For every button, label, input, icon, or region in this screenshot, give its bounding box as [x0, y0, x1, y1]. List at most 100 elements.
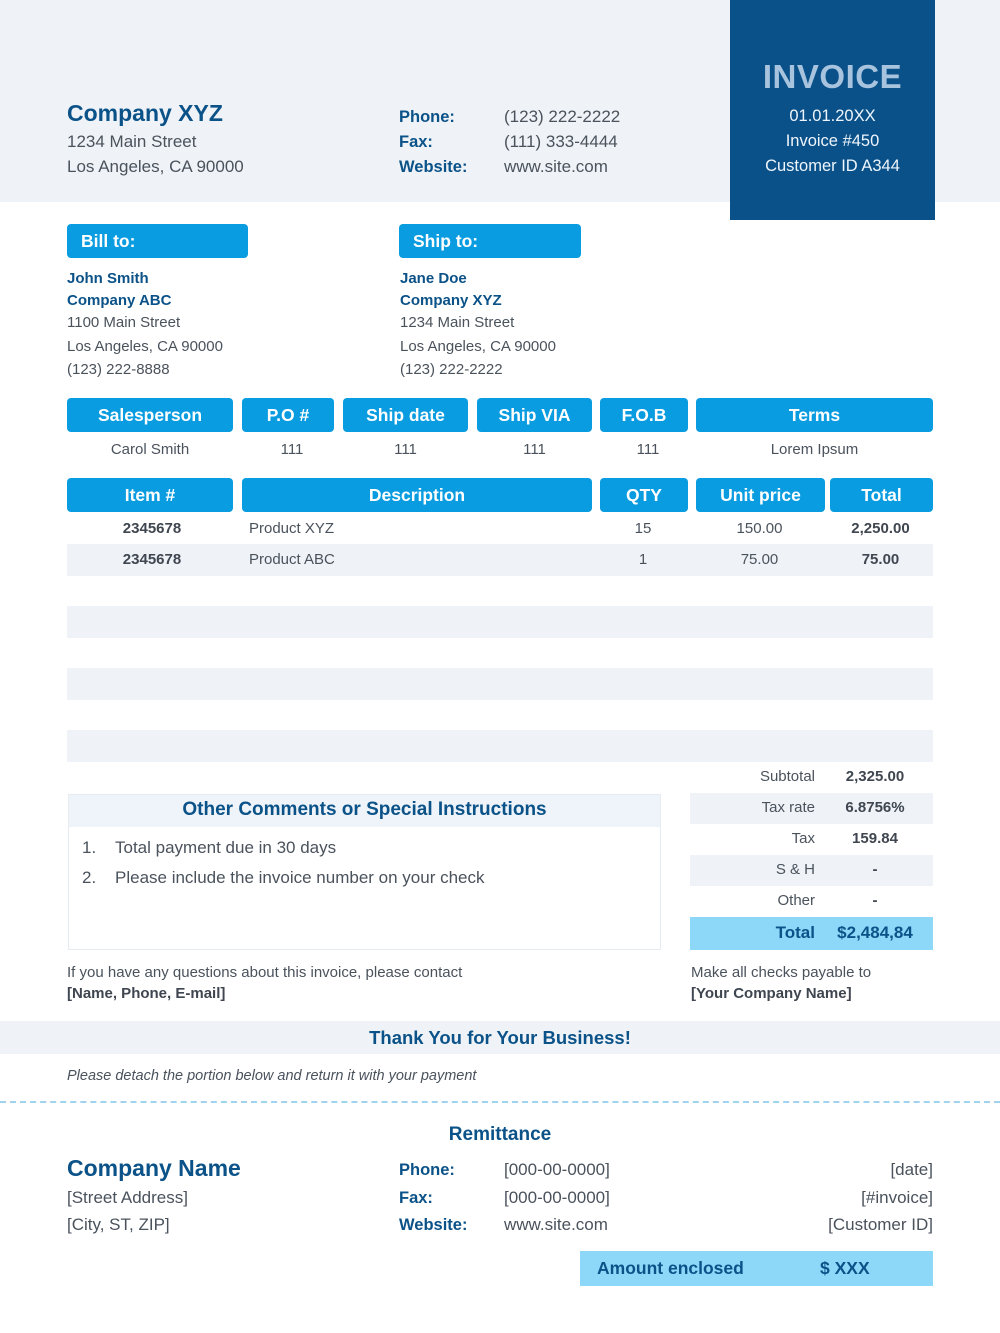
- ship-to-street: 1234 Main Street: [400, 314, 515, 331]
- bill-to-name: John Smith: [67, 270, 149, 287]
- remittance-customer-id: [Customer ID]: [828, 1215, 933, 1234]
- grand-total-value: $2,484,84: [837, 923, 913, 942]
- header-description: Description: [242, 478, 592, 512]
- contact-placeholder: [Name, Phone, E-mail]: [67, 985, 226, 1002]
- comments-box: Other Comments or Special Instructions 1…: [68, 794, 661, 950]
- website-value[interactable]: www.site.com: [504, 157, 608, 177]
- tax-label: Tax: [791, 830, 815, 847]
- ship-via-value: 111: [523, 441, 546, 458]
- bill-to-street: 1100 Main Street: [67, 314, 181, 331]
- amount-enclosed-value: $ XXX: [820, 1258, 870, 1278]
- item-unit-price: 150.00: [736, 520, 783, 537]
- totals-row-tax: Tax 159.84: [690, 824, 933, 855]
- remittance-title: Remittance: [448, 1124, 552, 1145]
- company-address-line1: 1234 Main Street: [67, 132, 197, 151]
- remittance-phone-label: Phone:: [399, 1161, 455, 1179]
- ship-to-city: Los Angeles, CA 90000: [400, 338, 556, 355]
- website-label: Website:: [399, 158, 468, 176]
- tax-value: 159.84: [852, 830, 898, 847]
- empty-table-row: [67, 730, 933, 762]
- remittance-website-label: Website:: [399, 1216, 468, 1234]
- header-salesperson: Salesperson: [67, 398, 233, 432]
- remittance-date: [date]: [890, 1160, 933, 1179]
- detach-line: [0, 1101, 1000, 1103]
- invoice-title: INVOICE: [762, 58, 903, 95]
- fax-value: (111) 333-4444: [504, 132, 618, 151]
- totals-row-tax-rate: Tax rate 6.8756%: [690, 793, 933, 824]
- header-po: P.O #: [242, 398, 334, 432]
- header-total: Total: [830, 478, 933, 512]
- sh-label: S & H: [775, 861, 815, 878]
- header-terms: Terms: [696, 398, 933, 432]
- item-number: 2345678: [122, 520, 182, 537]
- remittance-street: [Street Address]: [67, 1188, 188, 1207]
- contact-note: If you have any questions about this inv…: [67, 964, 463, 981]
- totals-row-subtotal: Subtotal 2,325.00: [690, 762, 933, 793]
- phone-label: Phone:: [399, 108, 455, 126]
- phone-value: (123) 222-2222: [504, 107, 621, 126]
- item-qty: 15: [634, 520, 652, 537]
- item-total: 2,250.00: [851, 520, 910, 537]
- remittance-phone-value: [000-00-0000]: [504, 1160, 610, 1179]
- item-total: 75.00: [861, 551, 900, 568]
- ship-to-name: Jane Doe: [400, 270, 467, 287]
- bill-to-city: Los Angeles, CA 90000: [67, 338, 223, 355]
- header-fob: F.O.B: [600, 398, 688, 432]
- ship-date-value: 111: [394, 441, 417, 458]
- comments-heading: Other Comments or Special Instructions: [69, 795, 660, 827]
- detach-note: Please detach the portion below and retu…: [67, 1068, 477, 1084]
- comment-text: Please include the invoice number on you…: [115, 868, 485, 887]
- bill-to-phone: (123) 222-8888: [67, 361, 170, 378]
- remittance-fax-label: Fax:: [399, 1189, 433, 1207]
- comment-number: 1.: [82, 838, 97, 857]
- thank-you-banner: Thank You for Your Business!: [0, 1021, 1000, 1054]
- payable-note: Make all checks payable to: [691, 964, 872, 981]
- tax-rate-label: Tax rate: [761, 799, 815, 816]
- totals-row-other: Other -: [690, 886, 933, 917]
- item-unit-price: 75.00: [740, 551, 779, 568]
- item-qty: 1: [638, 551, 648, 568]
- tax-rate-value: 6.8756%: [845, 799, 905, 816]
- header-qty: QTY: [600, 478, 688, 512]
- remittance-invoice: [#invoice]: [861, 1188, 933, 1207]
- company-name: Company XYZ: [67, 100, 223, 126]
- sh-value: -: [872, 861, 878, 878]
- grand-total-label: Total: [775, 923, 815, 942]
- subtotal-label: Subtotal: [759, 768, 815, 785]
- remittance-fax-value: [000-00-0000]: [504, 1188, 610, 1207]
- invoice-number: Invoice #450: [785, 132, 880, 150]
- fob-value: 111: [636, 441, 660, 458]
- other-label: Other: [777, 892, 815, 909]
- terms-value: Lorem Ipsum: [770, 441, 859, 458]
- other-value: -: [872, 892, 878, 909]
- invoice-date: 01.01.20XX: [789, 107, 876, 125]
- comment-number: 2.: [82, 868, 97, 887]
- ship-to-company: Company XYZ: [400, 292, 502, 309]
- invoice-summary-box: INVOICE 01.01.20XX Invoice #450 Customer…: [730, 0, 935, 220]
- ship-to-phone: (123) 222-2222: [400, 361, 503, 378]
- remittance-city: [City, ST, ZIP]: [67, 1215, 170, 1234]
- header-item-number: Item #: [67, 478, 233, 512]
- header-ship-date: Ship date: [343, 398, 468, 432]
- subtotal-value: 2,325.00: [845, 768, 905, 785]
- ship-to-heading: Ship to:: [399, 224, 581, 258]
- item-description: Product ABC: [249, 551, 335, 568]
- header-ship-via: Ship VIA: [477, 398, 592, 432]
- item-number: 2345678: [122, 551, 182, 568]
- remittance-company-name: Company Name: [67, 1155, 241, 1181]
- po-value: 111: [280, 441, 304, 458]
- totals-row-grand: Total $2,484,84: [690, 917, 933, 950]
- bill-to-heading: Bill to:: [67, 224, 248, 258]
- fax-label: Fax:: [399, 133, 433, 151]
- company-address-line2: Los Angeles, CA 90000: [67, 157, 244, 176]
- header-unit-price: Unit price: [696, 478, 825, 512]
- remittance-website-value[interactable]: www.site.com: [504, 1215, 608, 1235]
- amount-enclosed-box: Amount enclosed $ XXX: [580, 1251, 933, 1286]
- totals-row-sh: S & H -: [690, 855, 933, 886]
- empty-table-row: [67, 668, 933, 700]
- payable-name: [Your Company Name]: [691, 985, 852, 1002]
- item-description: Product XYZ: [249, 520, 335, 537]
- bill-to-company: Company ABC: [67, 292, 172, 309]
- empty-table-row: [67, 606, 933, 638]
- comment-text: Total payment due in 30 days: [115, 838, 337, 857]
